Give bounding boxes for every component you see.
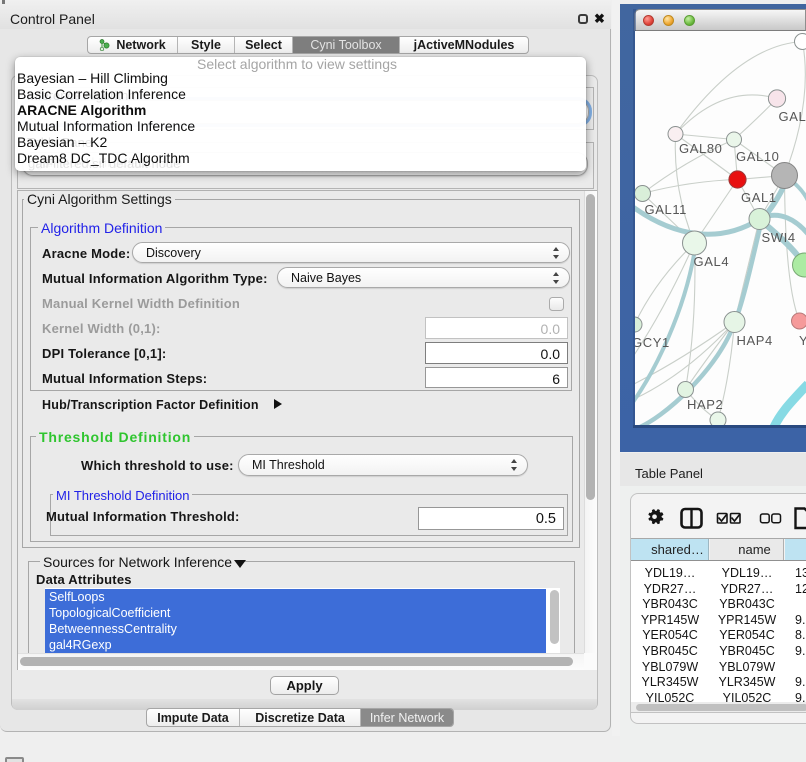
svg-text:HAP2: HAP2 bbox=[687, 397, 723, 412]
svg-text:GAL4: GAL4 bbox=[694, 254, 730, 269]
svg-text:GAL2: GAL2 bbox=[779, 109, 806, 124]
svg-text:SWI4: SWI4 bbox=[762, 230, 796, 245]
svg-text:GAL11: GAL11 bbox=[645, 202, 688, 217]
svg-text:GAL10: GAL10 bbox=[736, 149, 779, 164]
svg-text:GAL80: GAL80 bbox=[679, 141, 722, 156]
svg-text:Y: Y bbox=[799, 333, 806, 348]
svg-text:GCY1: GCY1 bbox=[635, 335, 670, 350]
svg-text:GAL1: GAL1 bbox=[741, 190, 777, 205]
svg-text:HAP4: HAP4 bbox=[737, 333, 773, 348]
